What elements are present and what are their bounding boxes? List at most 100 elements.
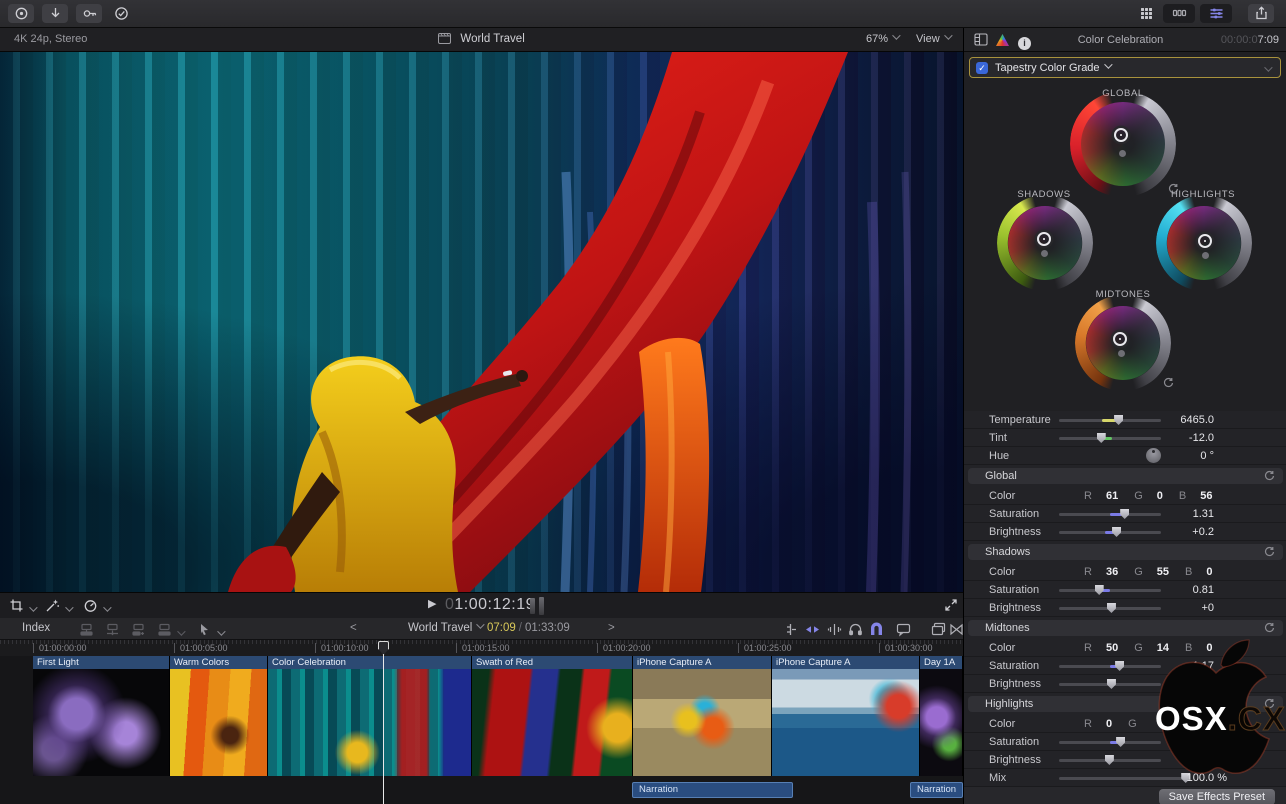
tint-value[interactable]: -12.0 <box>1144 432 1214 444</box>
next-item-button[interactable]: > <box>608 622 615 634</box>
midtones-section-header[interactable]: Midtones <box>964 617 1286 639</box>
share-icon[interactable] <box>1248 4 1274 23</box>
grid-icon[interactable] <box>1133 4 1159 23</box>
download-icon[interactable] <box>42 4 68 23</box>
hue-row: Hue 0 ° <box>964 447 1286 465</box>
inspector-timecode: 00:00:07:09 <box>1221 34 1279 46</box>
video-inspector-icon[interactable] <box>974 33 988 51</box>
temperature-row: Temperature 6465.0 <box>964 411 1286 429</box>
highlights-color-wheel[interactable] <box>1167 206 1241 280</box>
color-inspector-icon[interactable] <box>996 33 1009 51</box>
snapping-icon[interactable] <box>868 621 885 641</box>
highlights-saturation-slider[interactable] <box>1059 741 1161 744</box>
shadows-rgb-values[interactable]: R36G55B0 <box>1084 566 1228 578</box>
timeline-history-icon[interactable] <box>930 621 947 641</box>
target-icon[interactable] <box>8 4 34 23</box>
solo-headphones-icon[interactable] <box>847 621 864 641</box>
global-saturation-value[interactable]: 1.31 <box>1144 508 1214 520</box>
timeline-clip[interactable]: Warm Colors <box>170 656 268 776</box>
global-section-header[interactable]: Global <box>964 465 1286 487</box>
audio-clip[interactable]: Narration <box>632 782 793 798</box>
shadows-brightness-value[interactable]: +0 <box>1144 602 1214 614</box>
timeline-clip[interactable]: First Light <box>33 656 170 776</box>
effect-name-menu[interactable]: Tapestry Color Grade <box>995 62 1110 74</box>
clip-title: Day 1A <box>920 656 962 669</box>
highlights-wheel-puck[interactable] <box>1198 234 1212 248</box>
clip-thumbnail <box>170 669 267 776</box>
effect-row[interactable]: ✓ Tapestry Color Grade <box>969 57 1281 78</box>
viewer-header: 4K 24p, Stereo World Travel 67% View <box>0 28 963 52</box>
audio-meter[interactable] <box>530 598 535 614</box>
append-clip-icon[interactable] <box>130 621 147 641</box>
global-wheel-face[interactable] <box>1081 102 1165 186</box>
timeline-ruler[interactable]: 01:00:00:00 01:00:05:00 01:00:10:00 01:0… <box>0 640 963 656</box>
global-wheel-puck[interactable] <box>1114 128 1128 142</box>
index-button[interactable]: Index <box>22 622 50 634</box>
midtones-saturation-value[interactable]: 1.17 <box>1144 660 1214 672</box>
viewer-zoom-menu[interactable]: 67% <box>866 33 898 45</box>
midtones-brightness-slider[interactable] <box>1059 683 1161 686</box>
hue-value[interactable]: 0 ° <box>1144 450 1214 462</box>
mix-value[interactable]: 100.0 % <box>1157 772 1227 784</box>
highlights-brightness-slider[interactable] <box>1059 759 1161 762</box>
inspector-header: i Color Celebration 00:00:07:09 <box>964 28 1286 52</box>
viewer-view-menu[interactable]: View <box>916 33 950 45</box>
mix-label: Mix <box>989 772 1006 784</box>
save-effects-preset-button[interactable]: Save Effects Preset <box>1159 789 1275 804</box>
final-cut-pro-window: 4K 24p, Stereo World Travel 67% View <box>0 0 1286 804</box>
midtones-rgb-values[interactable]: R50G14B0 <box>1084 642 1228 654</box>
effect-enabled-checkbox[interactable]: ✓ <box>976 62 988 74</box>
audio-clip-label: Narration <box>639 784 678 795</box>
check-circle-icon[interactable] <box>108 4 134 23</box>
clip-title: Color Celebration <box>268 656 471 669</box>
temperature-value[interactable]: 6465.0 <box>1144 414 1214 426</box>
viewer-canvas[interactable] <box>0 52 963 592</box>
previous-item-button[interactable]: < <box>350 622 357 634</box>
save-preset-row: Save Effects Preset <box>964 787 1286 804</box>
clip-title: iPhone Capture A <box>772 656 919 669</box>
audio-meter[interactable] <box>539 597 544 615</box>
global-brightness-value[interactable]: +0.2 <box>1144 526 1214 538</box>
arrow-tool-menu[interactable] <box>196 621 223 641</box>
timeline-clip[interactable]: Color Celebration <box>268 656 472 776</box>
shadows-section-header[interactable]: Shadows <box>964 541 1286 563</box>
global-rgb-values[interactable]: R61G0B56 <box>1084 490 1228 502</box>
global-color-row: Color R61G0B56 <box>964 487 1286 505</box>
midtones-wheel-puck[interactable] <box>1113 332 1127 346</box>
midtones-color-wheel[interactable] <box>1086 306 1160 380</box>
play-icon[interactable]: ▶ <box>428 598 437 610</box>
fullscreen-icon[interactable] <box>944 598 958 617</box>
trim-tool-icon[interactable] <box>782 621 799 641</box>
overwrite-clip-icon[interactable] <box>156 621 183 641</box>
global-color-wheel[interactable] <box>1081 102 1165 186</box>
reset-icon[interactable] <box>1264 470 1275 481</box>
captions-icon[interactable] <box>895 621 912 641</box>
timeline-clip[interactable]: iPhone Capture A <box>633 656 772 776</box>
clip-title: iPhone Capture A <box>633 656 771 669</box>
timeline-clip[interactable]: Swath of Red <box>472 656 633 776</box>
media-browser-icon[interactable] <box>1163 4 1195 23</box>
shadows-saturation-value[interactable]: 0.81 <box>1144 584 1214 596</box>
timeline-project-menu[interactable]: World Travel <box>408 622 482 634</box>
audio-skimming-icon[interactable] <box>826 621 843 641</box>
playhead-line[interactable] <box>383 641 384 804</box>
connect-clip-icon[interactable] <box>78 621 95 641</box>
insert-clip-icon[interactable] <box>104 621 121 641</box>
shadows-color-wheel[interactable] <box>1008 206 1082 280</box>
inspector-clip-title: Color Celebration <box>1024 34 1217 46</box>
reset-icon[interactable] <box>1163 377 1174 388</box>
timeline-clip[interactable]: Day 1A <box>920 656 963 776</box>
reset-icon[interactable] <box>1264 546 1275 557</box>
skimming-icon[interactable] <box>804 621 821 641</box>
timeline-clip[interactable]: iPhone Capture A <box>772 656 920 776</box>
shadows-color-row: Color R36G55B0 <box>964 563 1286 581</box>
tint-row: Tint -12.0 <box>964 429 1286 447</box>
audio-clip[interactable]: Narration <box>910 782 963 798</box>
ruler-label: 01:00:15:00 <box>462 643 510 653</box>
midtones-saturation-row: Saturation 1.17 <box>964 657 1286 675</box>
reset-icon[interactable] <box>1264 622 1275 633</box>
viewer-project-title: World Travel <box>0 33 963 45</box>
key-icon[interactable] <box>76 4 102 23</box>
inspector-toggle-icon[interactable] <box>1200 4 1232 23</box>
shadows-wheel-puck[interactable] <box>1037 232 1051 246</box>
